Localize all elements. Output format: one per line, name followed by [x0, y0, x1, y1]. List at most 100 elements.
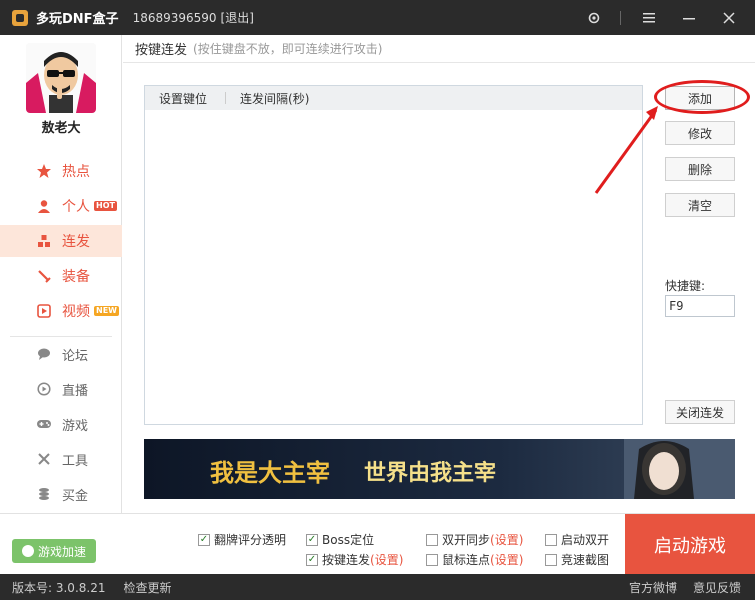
sidebar-divider — [10, 336, 112, 337]
option-label: 翻牌评分透明 — [214, 533, 287, 547]
hotkey-label: 快捷键: — [665, 279, 706, 293]
window-controls — [580, 0, 755, 35]
title-bar: 多玩DNF盒子 18689396590 [退出] — [0, 0, 755, 35]
option-mouse-click[interactable]: 鼠标连点 (设置) — [426, 551, 523, 568]
checkbox-unchecked[interactable] — [426, 553, 438, 566]
coins-icon — [36, 486, 52, 502]
app-logo-icon — [12, 9, 28, 26]
sidebar-item-label: 买金 — [62, 488, 89, 504]
sidebar-item-label: 连发 — [62, 234, 90, 250]
play-icon — [36, 303, 52, 319]
logout-link[interactable]: [退出] — [221, 9, 254, 26]
game-boost-label: 游戏加速 — [37, 544, 86, 559]
tools-icon — [36, 451, 52, 467]
account-phone: 18689396590 — [132, 10, 217, 25]
banner-left-text: 我是大主宰 — [210, 458, 330, 487]
page-title: 按键连发 — [135, 43, 188, 58]
feedback-link[interactable]: 意见反馈 — [693, 579, 741, 596]
sword-icon — [36, 268, 52, 284]
official-weibo-link[interactable]: 官方微博 — [629, 579, 677, 596]
sidebar-item-forum[interactable]: 论坛 — [0, 338, 122, 370]
sidebar-item-games[interactable]: 游戏 — [0, 408, 122, 440]
close-icon[interactable] — [715, 4, 743, 32]
sidebar-item-label: 视频 — [62, 304, 90, 320]
checkbox-unchecked[interactable] — [545, 553, 557, 566]
ad-banner[interactable]: 我是大主宰 世界由我主宰 — [144, 439, 735, 499]
sidebar: 敖老大 热点 个人 HOT 连发 装备 视频 NEW 论坛 直播 游戏 工具 买… — [0, 35, 122, 513]
blocks-icon — [36, 233, 52, 249]
option-label: 竞速截图 — [561, 553, 610, 567]
sidebar-item-personal[interactable]: 个人 HOT — [0, 190, 122, 222]
checkbox-checked[interactable]: ✓ — [198, 533, 210, 546]
live-icon — [36, 381, 52, 397]
close-burst-button[interactable]: 关闭连发 — [665, 400, 735, 424]
sidebar-item-label: 游戏 — [62, 418, 89, 434]
settings-link[interactable]: (设置) — [490, 531, 523, 548]
option-label: 双开同步 — [442, 533, 491, 547]
boost-icon — [21, 545, 34, 557]
sidebar-item-label: 论坛 — [62, 348, 89, 364]
clear-button[interactable]: 清空 — [665, 193, 735, 217]
chat-icon — [36, 346, 52, 362]
column-key: 设置键位 — [159, 91, 208, 106]
new-badge: NEW — [94, 306, 119, 316]
sidebar-item-label: 个人 — [62, 199, 90, 215]
option-flip-transparent[interactable]: ✓ 翻牌评分透明 — [198, 531, 286, 548]
app-title: 多玩DNF盒子 — [36, 12, 119, 27]
option-speed-screenshot[interactable]: 竞速截图 — [545, 551, 609, 568]
option-label: 鼠标连点 — [442, 553, 491, 567]
username: 敖老大 — [41, 121, 81, 136]
game-boost-button[interactable]: 游戏加速 — [12, 539, 96, 563]
status-links: 官方微博 意见反馈 — [613, 574, 741, 600]
sidebar-item-burst[interactable]: 连发 — [0, 225, 122, 257]
star-icon — [36, 163, 52, 179]
option-launch-dual[interactable]: 启动双开 — [545, 531, 609, 548]
option-dual-sync[interactable]: 双开同步 (设置) — [426, 531, 523, 548]
main-panel: 按键连发 (按住键盘不放，即可连续进行攻击) 设置键位 连发间隔(秒) 添加 修… — [123, 35, 755, 513]
sidebar-item-label: 热点 — [62, 164, 90, 180]
option-label: 按键连发 — [322, 553, 371, 567]
page-hint: (按住键盘不放，即可连续进行攻击) — [193, 42, 383, 56]
sidebar-item-tools[interactable]: 工具 — [0, 443, 122, 475]
user-icon — [36, 198, 52, 214]
gamepad-icon — [36, 416, 52, 432]
banner-center-text: 世界由我主宰 — [364, 460, 497, 486]
column-interval: 连发间隔(秒) — [240, 91, 310, 106]
sidebar-item-buy-gold[interactable]: 买金 — [0, 478, 122, 510]
checkbox-unchecked[interactable] — [426, 533, 438, 546]
annotation-circle — [654, 80, 750, 114]
checkbox-checked[interactable]: ✓ — [306, 533, 318, 546]
delete-button[interactable]: 删除 — [665, 157, 735, 181]
sidebar-item-live[interactable]: 直播 — [0, 373, 122, 405]
settings-link[interactable]: (设置) — [370, 551, 403, 568]
checkbox-checked[interactable]: ✓ — [306, 553, 318, 566]
version-label: 版本号: 3.0.8.21 — [12, 580, 106, 595]
bottom-bar: 游戏加速 ✓ 翻牌评分透明 ✓ Boss定位 双开同步 (设置) 启动双开 ✓ … — [0, 513, 755, 575]
option-boss-locate[interactable]: ✓ Boss定位 — [306, 531, 374, 548]
minimize-icon[interactable] — [675, 4, 703, 32]
option-key-burst[interactable]: ✓ 按键连发 (设置) — [306, 551, 403, 568]
edit-button[interactable]: 修改 — [665, 121, 735, 145]
hot-badge: HOT — [94, 201, 117, 211]
sidebar-item-video[interactable]: 视频 NEW — [0, 295, 122, 327]
menu-icon[interactable] — [635, 4, 663, 32]
sidebar-item-label: 工具 — [62, 453, 89, 469]
checkbox-unchecked[interactable] — [545, 533, 557, 546]
panel-header: 按键连发 (按住键盘不放，即可连续进行攻击) — [123, 35, 755, 63]
table-header: 设置键位 连发间隔(秒) — [145, 86, 642, 110]
sidebar-item-equipment[interactable]: 装备 — [0, 260, 122, 292]
check-update-link[interactable]: 检查更新 — [123, 579, 171, 596]
status-bar: 版本号: 3.0.8.21 检查更新 官方微博 意见反馈 — [0, 574, 755, 600]
sidebar-item-hot[interactable]: 热点 — [0, 155, 122, 187]
avatar[interactable] — [26, 43, 96, 113]
titlebar-divider — [620, 10, 621, 25]
annotation-arrow — [594, 106, 658, 194]
settings-link[interactable]: (设置) — [490, 551, 523, 568]
option-label: 启动双开 — [561, 533, 610, 547]
hotkey-input[interactable] — [665, 295, 735, 317]
gear-icon[interactable] — [580, 4, 608, 32]
option-label: Boss定位 — [322, 533, 375, 547]
start-game-button[interactable]: 启动游戏 — [625, 514, 755, 575]
key-burst-table[interactable]: 设置键位 连发间隔(秒) — [144, 85, 643, 425]
sidebar-item-label: 直播 — [62, 383, 89, 399]
